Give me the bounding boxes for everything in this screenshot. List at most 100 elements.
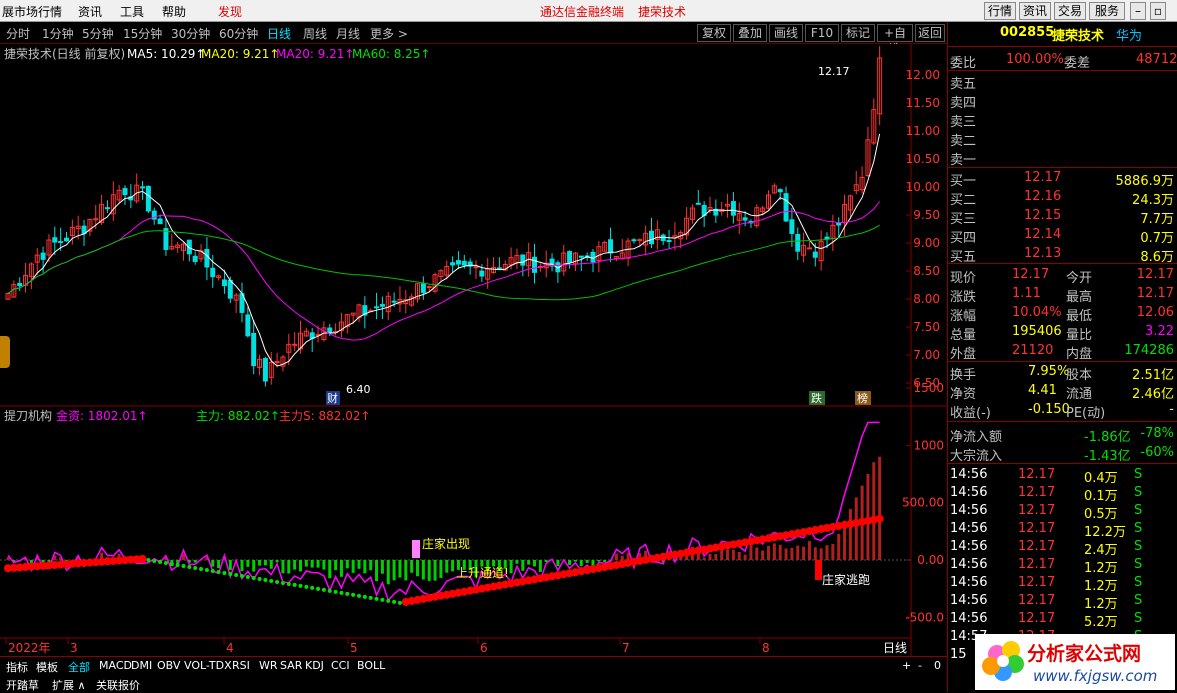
zhuli-dot xyxy=(304,584,309,589)
stat2-value2: 2.51亿 xyxy=(1132,368,1174,383)
tick-time: 14:56 xyxy=(950,467,988,482)
menu-tools[interactable]: 工具 xyxy=(120,3,144,20)
tab-related[interactable]: 关联报价 xyxy=(96,677,140,693)
zhuli-dot xyxy=(240,573,244,578)
tab-rsi[interactable]: RSI xyxy=(232,659,250,672)
buy-price: 12.13 xyxy=(1024,246,1062,261)
tick-time: 14:56 xyxy=(950,503,988,518)
candle-body xyxy=(426,286,432,289)
tab-moban[interactable]: 模板 xyxy=(36,659,58,675)
tab-cci[interactable]: CCI xyxy=(331,659,350,672)
kline-chart[interactable]: 12.00 11.50 11.00 10.50 10.00 9.50 9.00 8.50 8.0… xyxy=(0,44,947,656)
flow-label: 大宗流入 xyxy=(950,449,1003,464)
tick-row: 14:56 12.17 2.4万 S xyxy=(948,538,1177,558)
stock-name: 捷荣技术 xyxy=(1052,29,1105,44)
period-monthly[interactable]: 月线 xyxy=(336,25,360,42)
info-button[interactable]: 资讯 xyxy=(1019,2,1051,20)
candle-body xyxy=(52,237,58,243)
stat-label2: 最高 xyxy=(1066,290,1093,305)
menu-discover[interactable]: 发现 xyxy=(218,3,242,20)
mark-button[interactable]: 标记 xyxy=(841,24,875,42)
menu-help[interactable]: 帮助 xyxy=(162,3,186,20)
tick-side: S xyxy=(1134,557,1143,572)
side-collapse-tab[interactable] xyxy=(0,336,10,368)
period-30min[interactable]: 30分钟 xyxy=(171,25,210,42)
tick-time: 14:56 xyxy=(950,539,988,554)
tab-kdj[interactable]: KDJ xyxy=(305,659,324,672)
chart-title: 捷荣技术(日线 前复权) xyxy=(4,46,125,61)
service-button[interactable]: 服务 xyxy=(1089,2,1125,20)
tick-price: 12.17 xyxy=(1018,539,1056,554)
tab-wr[interactable]: WR xyxy=(259,659,278,672)
candle-body xyxy=(812,251,818,258)
tab-all[interactable]: 全部 xyxy=(68,659,90,675)
overlay-button[interactable]: 叠加 xyxy=(733,24,767,42)
tick-price: 12.17 xyxy=(1018,557,1056,572)
tick-side: S xyxy=(1134,593,1143,608)
fuquan-button[interactable]: 复权 xyxy=(697,24,731,42)
price-tick: 10.00 xyxy=(906,180,940,194)
candle-body xyxy=(251,332,257,367)
candle-body xyxy=(695,202,701,205)
menu-market[interactable]: 展市场行情 xyxy=(2,3,62,20)
price-tick: 11.00 xyxy=(906,124,940,138)
tab-sar[interactable]: SAR xyxy=(280,659,302,672)
candle-body xyxy=(806,247,812,250)
chart-area[interactable]: 12.00 11.50 11.00 10.50 10.00 9.50 9.00 8.50 8.0… xyxy=(0,44,947,656)
tab-expand[interactable]: 扩展 ∧ xyxy=(52,677,86,693)
tab-kaitacao[interactable]: 开踏草 xyxy=(6,677,39,693)
tab-obv[interactable]: OBV xyxy=(157,659,180,672)
reset-icon[interactable]: 0 xyxy=(934,659,941,672)
tick-side: S xyxy=(1134,467,1143,482)
stat-label2: 最低 xyxy=(1066,309,1093,324)
quote-button[interactable]: 行情 xyxy=(984,2,1016,20)
stat-label2: 量比 xyxy=(1066,328,1093,343)
minimize-icon[interactable]: – xyxy=(1130,2,1146,20)
flow-value: -1.86亿 xyxy=(1084,430,1131,445)
period-1min[interactable]: 1分钟 xyxy=(42,25,74,42)
candle-body xyxy=(379,304,385,307)
zhuli-dot xyxy=(875,514,884,523)
back-button[interactable]: 返回 xyxy=(915,24,945,42)
f10-button[interactable]: F10 xyxy=(805,24,839,42)
period-15min[interactable]: 15分钟 xyxy=(123,25,162,42)
zoom-in-icon[interactable]: + xyxy=(902,659,911,672)
tick-row: 14:56 12.17 5.2万 S xyxy=(948,610,1177,630)
price-tick: 9.50 xyxy=(913,208,940,222)
die-badge-text: 跌 xyxy=(811,391,822,405)
tab-dmi[interactable]: DMI xyxy=(131,659,152,672)
stock-tag[interactable]: 华为 xyxy=(1116,25,1142,44)
period-daily[interactable]: 日线 xyxy=(267,25,291,42)
sell-row: 卖三 xyxy=(948,110,1177,130)
price-tick: 7.50 xyxy=(913,320,940,334)
tab-zhibiao[interactable]: 指标 xyxy=(6,659,28,675)
draw-button[interactable]: 画线 xyxy=(769,24,803,42)
tab-macd[interactable]: MACD xyxy=(99,659,132,672)
candle-body xyxy=(532,256,537,273)
zoom-out-icon[interactable]: - xyxy=(918,659,922,672)
period-more[interactable]: 更多 > xyxy=(370,25,408,42)
period-60min[interactable]: 60分钟 xyxy=(219,25,258,42)
candle-body xyxy=(245,314,251,337)
quote-panel: 002855 捷荣技术 华为 委比 100.00% 委差 48712 卖五 卖四卖… xyxy=(947,22,1177,692)
time-label: 3 xyxy=(70,641,78,655)
menu-news[interactable]: 资讯 xyxy=(78,3,102,20)
stat-label: 总量 xyxy=(950,328,977,343)
candle-body xyxy=(192,255,198,262)
period-fenshi[interactable]: 分时 xyxy=(6,25,30,42)
zhulis-label: 主力S: 882.02↑ xyxy=(279,409,371,423)
sell-label: 卖一 xyxy=(950,153,977,168)
period-5min[interactable]: 5分钟 xyxy=(82,25,114,42)
add-watchlist-button[interactable]: +自选 xyxy=(877,24,913,56)
tick-price: 12.17 xyxy=(1018,521,1056,536)
candle-body xyxy=(58,241,64,244)
candle-body xyxy=(455,260,461,265)
trade-button[interactable]: 交易 xyxy=(1054,2,1086,20)
restore-icon[interactable]: ▫ xyxy=(1150,2,1166,20)
tab-boll[interactable]: BOLL xyxy=(357,659,385,672)
stock-code: 002855 xyxy=(1000,25,1055,40)
tab-vol-tdx[interactable]: VOL-TDX xyxy=(184,659,232,672)
period-weekly[interactable]: 周线 xyxy=(303,25,327,42)
zhuli-dot xyxy=(321,587,326,592)
buy-label: 买一 xyxy=(950,174,977,189)
